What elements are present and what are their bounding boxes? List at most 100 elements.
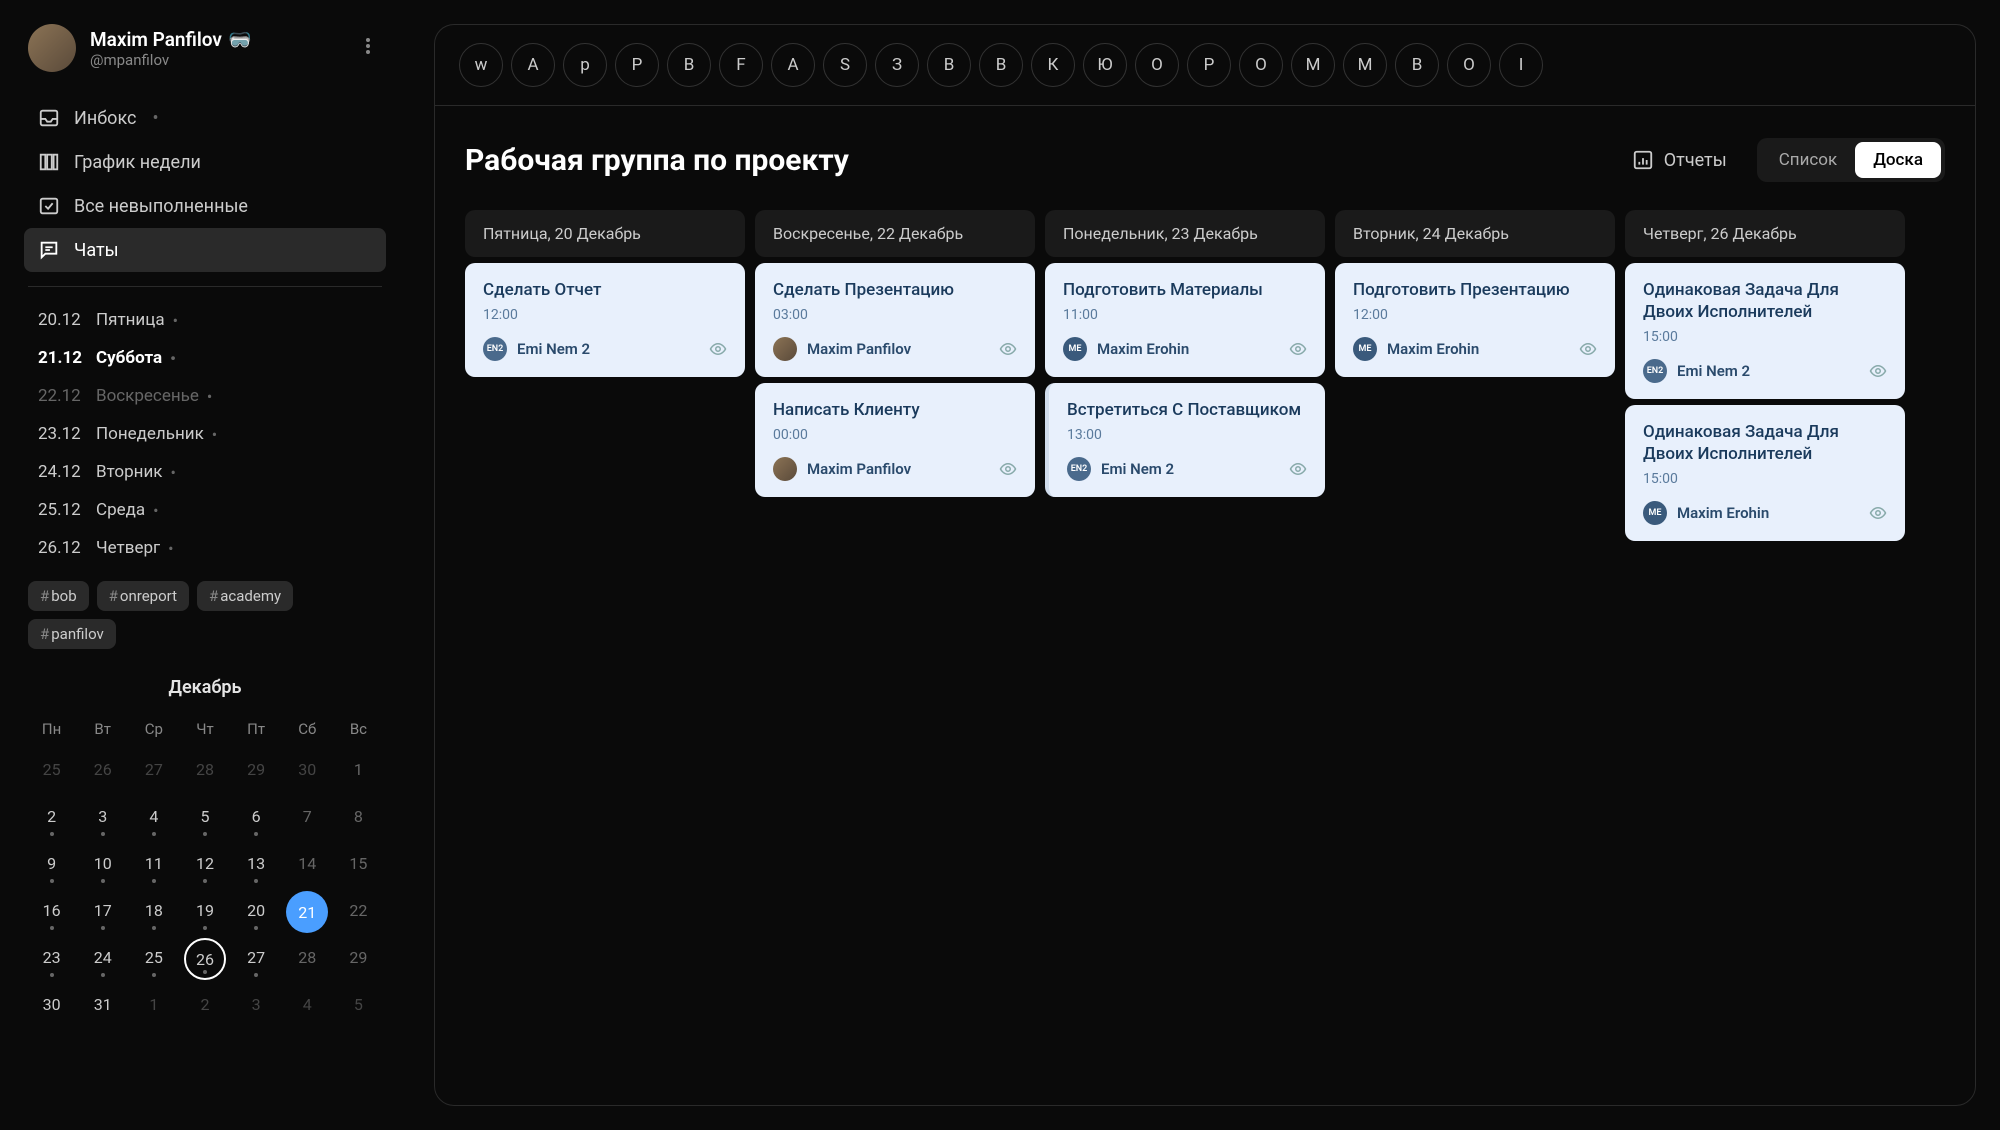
tag-academy[interactable]: #academy <box>197 581 293 611</box>
date-item[interactable]: 26.12Четверг• <box>24 529 386 567</box>
workspace-tab[interactable]: A <box>771 43 815 87</box>
task-card[interactable]: Сделать Отчет 12:00 EN2 Emi Nem 2 <box>465 263 745 377</box>
cal-day[interactable]: 7 <box>284 797 331 840</box>
cal-day[interactable]: 27 <box>130 750 177 793</box>
workspace-tab[interactable]: В <box>667 43 711 87</box>
workspace-tab[interactable]: w <box>459 43 503 87</box>
cal-day[interactable]: 9 <box>28 844 75 887</box>
cal-day[interactable]: 28 <box>181 750 228 793</box>
nav-item-columns[interactable]: График недели <box>24 140 386 184</box>
cal-day[interactable]: 3 <box>79 797 126 840</box>
cal-day[interactable]: 11 <box>130 844 177 887</box>
cal-day[interactable]: 10 <box>79 844 126 887</box>
cal-day[interactable]: 22 <box>335 891 382 934</box>
date-item[interactable]: 22.12Воскресенье• <box>24 377 386 415</box>
nav-item-check[interactable]: Все невыполненные <box>24 184 386 228</box>
cal-day[interactable]: 2 <box>28 797 75 840</box>
watch-button[interactable] <box>999 460 1017 478</box>
cal-day[interactable]: 1 <box>130 985 177 1028</box>
cal-day[interactable]: 6 <box>233 797 280 840</box>
nav-item-chat[interactable]: Чаты <box>24 228 386 272</box>
nav-item-inbox[interactable]: Инбокс• <box>24 96 386 140</box>
cal-day[interactable]: 12 <box>181 844 228 887</box>
cal-day[interactable]: 16 <box>28 891 75 934</box>
view-board-button[interactable]: Доска <box>1855 142 1941 178</box>
cal-day[interactable]: 17 <box>79 891 126 934</box>
workspace-tab[interactable]: М <box>1291 43 1335 87</box>
watch-button[interactable] <box>1869 362 1887 380</box>
date-item[interactable]: 21.12Суббота• <box>24 339 386 377</box>
watch-button[interactable] <box>999 340 1017 358</box>
workspace-tab[interactable]: О <box>1447 43 1491 87</box>
watch-button[interactable] <box>1869 504 1887 522</box>
workspace-tab[interactable]: Р <box>1187 43 1231 87</box>
workspace-tab[interactable]: О <box>1135 43 1179 87</box>
cal-day[interactable]: 4 <box>130 797 177 840</box>
cal-day[interactable]: 31 <box>79 985 126 1028</box>
watch-button[interactable] <box>1579 340 1597 358</box>
watch-button[interactable] <box>1289 460 1307 478</box>
workspace-tab[interactable]: В <box>927 43 971 87</box>
cal-day[interactable]: 30 <box>28 985 75 1028</box>
cal-day[interactable]: 13 <box>233 844 280 887</box>
date-item[interactable]: 20.12Пятница• <box>24 301 386 339</box>
tag-panfilov[interactable]: #panfilov <box>28 619 116 649</box>
tag-bob[interactable]: #bob <box>28 581 89 611</box>
watch-button[interactable] <box>1289 340 1307 358</box>
user-avatar[interactable] <box>28 24 76 72</box>
task-card[interactable]: Подготовить Материалы 11:00 ME Maxim Ero… <box>1045 263 1325 377</box>
date-list: 20.12Пятница•21.12Суббота•22.12Воскресен… <box>0 301 410 567</box>
workspace-tab[interactable]: I <box>1499 43 1543 87</box>
cal-day[interactable]: 25 <box>28 750 75 793</box>
workspace-tab[interactable]: Ю <box>1083 43 1127 87</box>
cal-day[interactable]: 23 <box>28 938 75 981</box>
workspace-tab[interactable]: О <box>1239 43 1283 87</box>
cal-day[interactable]: 29 <box>233 750 280 793</box>
cal-day[interactable]: 2 <box>181 985 228 1028</box>
cal-day[interactable]: 20 <box>233 891 280 934</box>
workspace-tab[interactable]: F <box>719 43 763 87</box>
task-card[interactable]: Написать Клиенту 00:00 Maxim Panfilov <box>755 383 1035 497</box>
cal-day[interactable]: 24 <box>79 938 126 981</box>
workspace-tab[interactable]: З <box>875 43 919 87</box>
cal-day[interactable]: 26 <box>184 938 226 980</box>
workspace-tab[interactable]: Р <box>615 43 659 87</box>
cal-day[interactable]: 21 <box>286 891 328 933</box>
workspace-tab[interactable]: В <box>979 43 1023 87</box>
cal-day[interactable]: 27 <box>233 938 280 981</box>
cal-day[interactable]: 3 <box>233 985 280 1028</box>
task-card[interactable]: Встретиться С Поставщиком 13:00 EN2 Emi … <box>1045 383 1325 497</box>
workspace-tab[interactable]: S <box>823 43 867 87</box>
cal-day[interactable]: 8 <box>335 797 382 840</box>
task-card[interactable]: Подготовить Презентацию 12:00 ME Maxim E… <box>1335 263 1615 377</box>
cal-day[interactable]: 30 <box>284 750 331 793</box>
date-item[interactable]: 24.12Вторник• <box>24 453 386 491</box>
cal-day[interactable]: 26 <box>79 750 126 793</box>
task-card[interactable]: Сделать Презентацию 03:00 Maxim Panfilov <box>755 263 1035 377</box>
cal-day[interactable]: 25 <box>130 938 177 981</box>
task-card[interactable]: Одинаковая Задача Для Двоих Исполнителей… <box>1625 405 1905 541</box>
workspace-tab[interactable]: А <box>511 43 555 87</box>
cal-day[interactable]: 29 <box>335 938 382 981</box>
cal-day[interactable]: 28 <box>284 938 331 981</box>
view-list-button[interactable]: Список <box>1761 142 1855 178</box>
date-item[interactable]: 23.12Понедельник• <box>24 415 386 453</box>
date-item[interactable]: 25.12Среда• <box>24 491 386 529</box>
tag-onreport[interactable]: #onreport <box>97 581 189 611</box>
workspace-tab[interactable]: М <box>1343 43 1387 87</box>
cal-day[interactable]: 19 <box>181 891 228 934</box>
cal-day[interactable]: 14 <box>284 844 331 887</box>
cal-day[interactable]: 4 <box>284 985 331 1028</box>
cal-day[interactable]: 15 <box>335 844 382 887</box>
watch-button[interactable] <box>709 340 727 358</box>
task-card[interactable]: Одинаковая Задача Для Двоих Исполнителей… <box>1625 263 1905 399</box>
workspace-tab[interactable]: К <box>1031 43 1075 87</box>
workspace-tab[interactable]: р <box>563 43 607 87</box>
cal-day[interactable]: 1 <box>335 750 382 793</box>
reports-button[interactable]: Отчеты <box>1620 141 1739 179</box>
workspace-tab[interactable]: В <box>1395 43 1439 87</box>
cal-day[interactable]: 5 <box>181 797 228 840</box>
cal-day[interactable]: 5 <box>335 985 382 1028</box>
more-button[interactable] <box>354 32 382 60</box>
cal-day[interactable]: 18 <box>130 891 177 934</box>
